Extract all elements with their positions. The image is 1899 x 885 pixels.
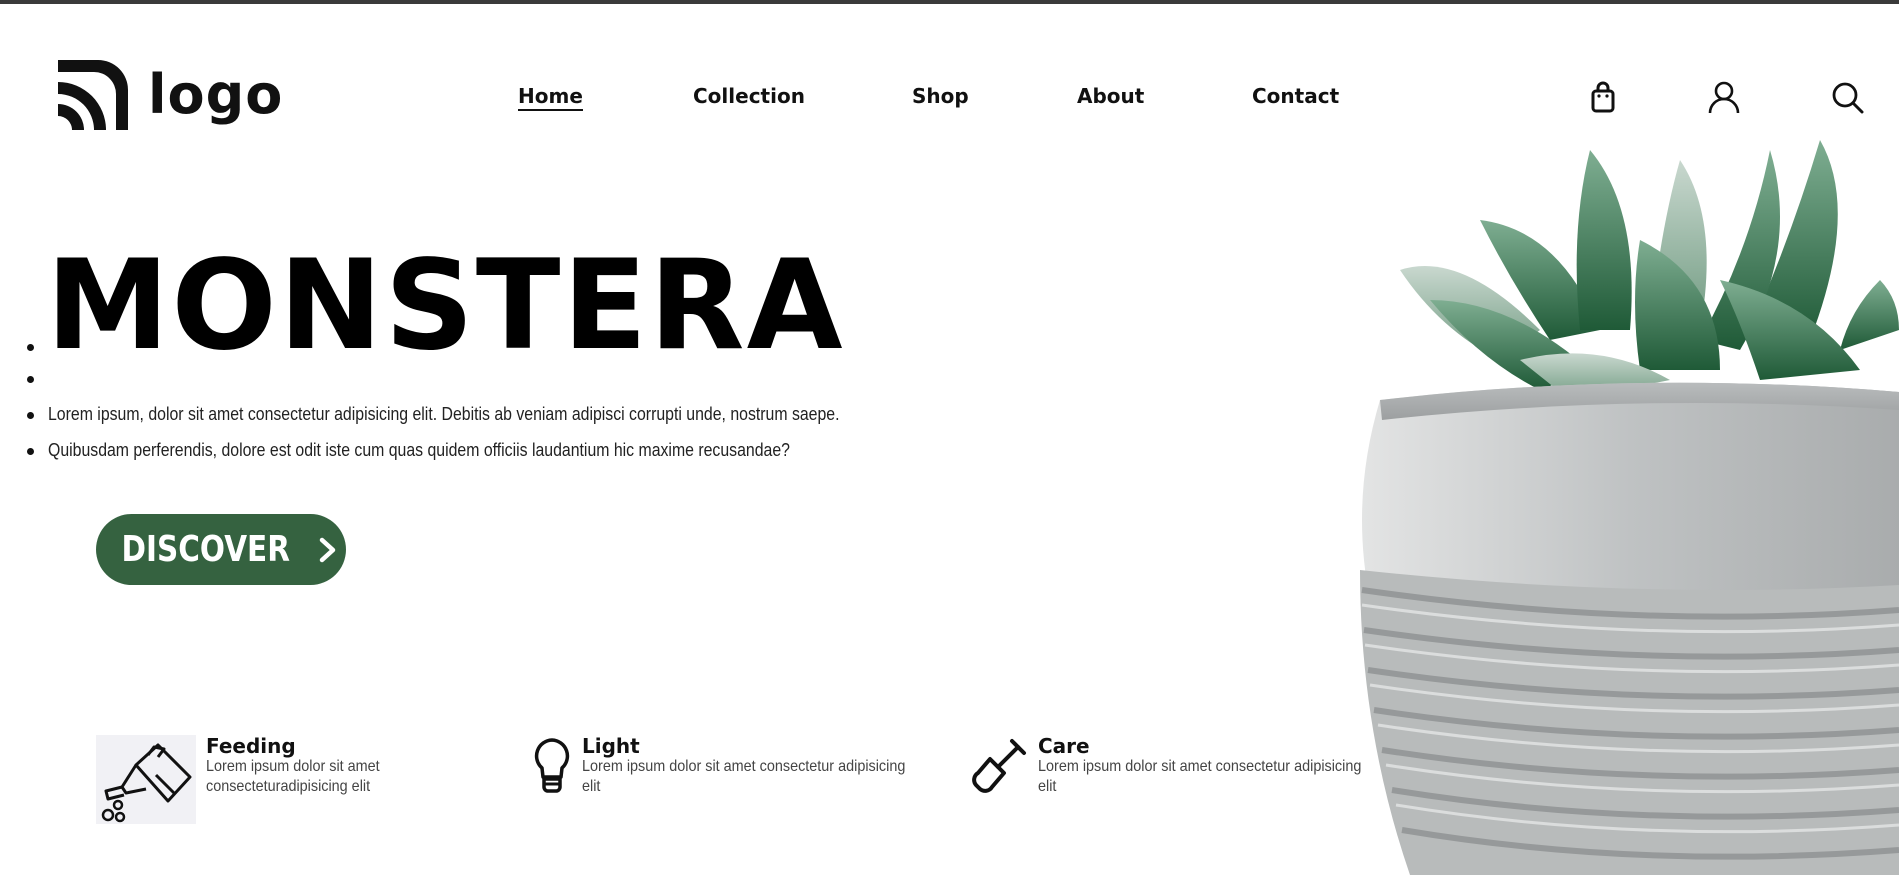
light-bulb-icon (532, 735, 572, 795)
list-bullet (27, 376, 34, 383)
shovel-icon (968, 735, 1028, 795)
feature-description: Lorem ipsum dolor sit amet consectetur a… (1038, 758, 1362, 775)
hero-description-line-2: Quibusdam perferendis, dolore est odit i… (48, 440, 790, 460)
user-icon[interactable] (1707, 80, 1741, 114)
discover-button[interactable]: DISCOVER (96, 514, 346, 585)
shopping-bag-icon[interactable] (1586, 80, 1620, 114)
hero-description-line-1: Lorem ipsum, dolor sit amet consectetur … (48, 404, 840, 424)
hero-title: MONSTERA (46, 234, 845, 378)
feature-description: elit (1038, 778, 1057, 795)
feature-description: Lorem ipsum dolor sit amet consectetur a… (582, 758, 906, 775)
feature-title: Feeding (206, 734, 296, 758)
chevron-right-icon (319, 537, 335, 562)
watering-can-icon (96, 735, 196, 824)
feature-description: consecteturadipisicing elit (206, 778, 371, 795)
feature-light: Light Lorem ipsum dolor sit amet consect… (532, 735, 941, 797)
feature-description: elit (582, 778, 601, 795)
feature-feeding: Feeding Lorem ipsum dolor sit amet conse… (96, 735, 399, 824)
feature-title: Light (582, 734, 640, 758)
header-actions (0, 80, 1899, 114)
search-icon[interactable] (1830, 80, 1864, 114)
top-border (0, 0, 1899, 4)
list-bullet (27, 448, 34, 455)
succulent-plant-image (1360, 140, 1899, 875)
list-bullet (27, 412, 34, 419)
feature-care: Care Lorem ipsum dolor sit amet consecte… (968, 735, 1397, 797)
discover-label: DISCOVER (121, 529, 291, 570)
list-bullet (27, 344, 34, 351)
feature-description: Lorem ipsum dolor sit amet (206, 758, 380, 775)
